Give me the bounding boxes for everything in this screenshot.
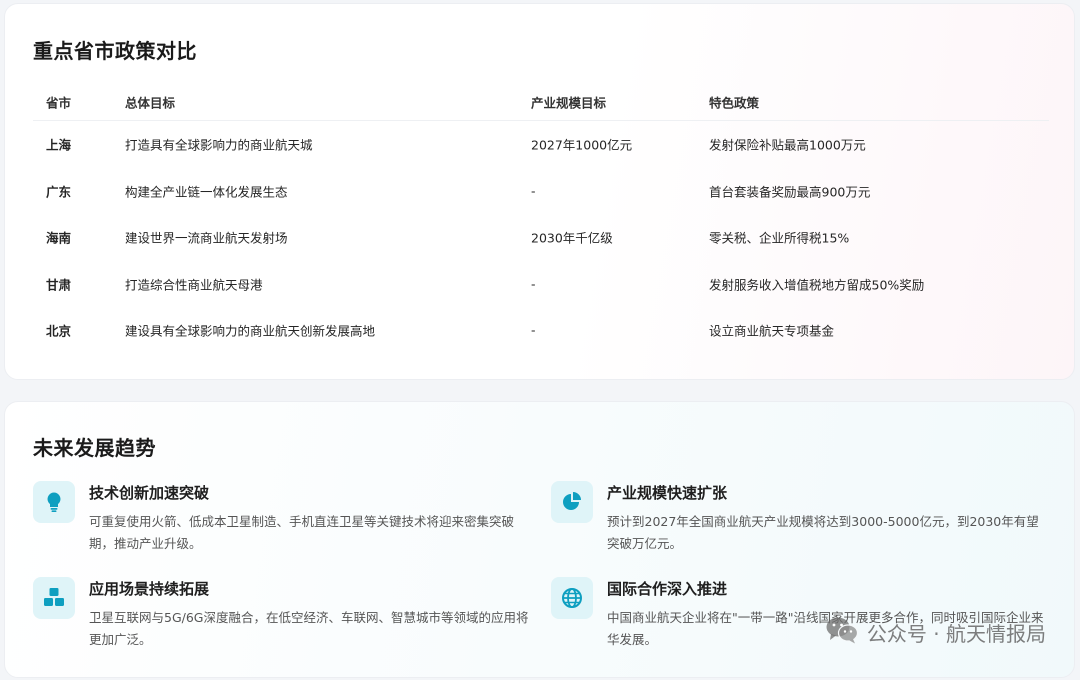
cell-scale-goal: - — [531, 183, 536, 199]
header-overall-goal: 总体目标 — [125, 95, 176, 111]
table-row: 甘肃 打造综合性商业航天母港 - 发射服务收入增值税地方留成50%奖励 — [33, 261, 1049, 308]
cell-scale-goal: 2027年1000亿元 — [531, 137, 633, 153]
cell-scale-goal: 2030年千亿级 — [531, 230, 613, 246]
trend-desc: 预计到2027年全国商业航天产业规模将达到3000-5000亿元，到2030年有… — [607, 514, 1039, 551]
watermark-text: 公众号 · 航天情报局 — [866, 622, 1046, 646]
cell-province: 海南 — [46, 230, 72, 246]
cell-province: 甘肃 — [46, 277, 72, 293]
cell-special-policy: 零关税、企业所得税15% — [709, 230, 850, 246]
trend-item-scenario: 应用场景持续拓展 卫星互联网与5G/6G深度融合，在低空经济、车联网、智慧城市等… — [33, 577, 533, 657]
cubes-icon — [33, 577, 75, 619]
trends-title: 未来发展趋势 — [33, 436, 156, 460]
cell-scale-goal: - — [531, 322, 536, 338]
cell-province: 广东 — [46, 184, 72, 200]
cell-special-policy: 发射服务收入增值税地方留成50%奖励 — [709, 277, 925, 293]
cell-overall-goal: 建设世界一流商业航天发射场 — [125, 230, 288, 246]
policy-table: 省市 总体目标 产业规模目标 特色政策 上海 打造具有全球影响力的商业航天城 2… — [33, 84, 1049, 354]
cell-overall-goal: 打造综合性商业航天母港 — [125, 277, 263, 293]
policy-title: 重点省市政策对比 — [33, 39, 197, 63]
trend-title: 应用场景持续拓展 — [89, 580, 210, 598]
cell-overall-goal: 构建全产业链一体化发展生态 — [125, 184, 288, 200]
trend-desc: 可重复使用火箭、低成本卫星制造、手机直连卫星等关键技术将迎来密集突破期，推动产业… — [89, 514, 515, 551]
globe-icon — [551, 577, 593, 619]
table-row: 广东 构建全产业链一体化发展生态 - 首台套装备奖励最高900万元 — [33, 168, 1049, 215]
table-row: 北京 建设具有全球影响力的商业航天创新发展高地 - 设立商业航天专项基金 — [33, 307, 1049, 354]
policy-card: 重点省市政策对比 省市 总体目标 产业规模目标 特色政策 上海 打造具有全球影响… — [4, 3, 1075, 380]
cell-special-policy: 发射保险补贴最高1000万元 — [709, 137, 866, 153]
table-row: 海南 建设世界一流商业航天发射场 2030年千亿级 零关税、企业所得税15% — [33, 214, 1049, 261]
cell-overall-goal: 建设具有全球影响力的商业航天创新发展高地 — [125, 323, 376, 339]
table-row: 上海 打造具有全球影响力的商业航天城 2027年1000亿元 发射保险补贴最高1… — [33, 121, 1049, 168]
cell-special-policy: 设立商业航天专项基金 — [709, 323, 835, 339]
trend-item-tech: 技术创新加速突破 可重复使用火箭、低成本卫星制造、手机直连卫星等关键技术将迎来密… — [33, 481, 533, 561]
header-province: 省市 — [46, 95, 72, 111]
trend-title: 国际合作深入推进 — [607, 580, 728, 598]
lightbulb-icon — [33, 481, 75, 523]
cell-overall-goal: 打造具有全球影响力的商业航天城 — [125, 137, 313, 153]
cell-province: 北京 — [46, 323, 72, 339]
header-special-policy: 特色政策 — [709, 95, 760, 111]
table-header: 省市 总体目标 产业规模目标 特色政策 — [33, 84, 1049, 121]
trend-title: 产业规模快速扩张 — [607, 484, 728, 502]
cell-province: 上海 — [46, 137, 72, 153]
trend-title: 技术创新加速突破 — [89, 484, 210, 502]
cell-scale-goal: - — [531, 276, 536, 292]
header-scale-goal: 产业规模目标 — [531, 95, 607, 111]
cell-special-policy: 首台套装备奖励最高900万元 — [709, 184, 871, 200]
pie-chart-icon — [551, 481, 593, 523]
watermark: 公众号 · 航天情报局 — [825, 616, 1046, 649]
wechat-icon — [825, 616, 859, 649]
trend-item-scale: 产业规模快速扩张 预计到2027年全国商业航天产业规模将达到3000-5000亿… — [551, 481, 1051, 561]
trend-desc: 卫星互联网与5G/6G深度融合，在低空经济、车联网、智慧城市等领域的应用将更加广… — [89, 610, 529, 647]
